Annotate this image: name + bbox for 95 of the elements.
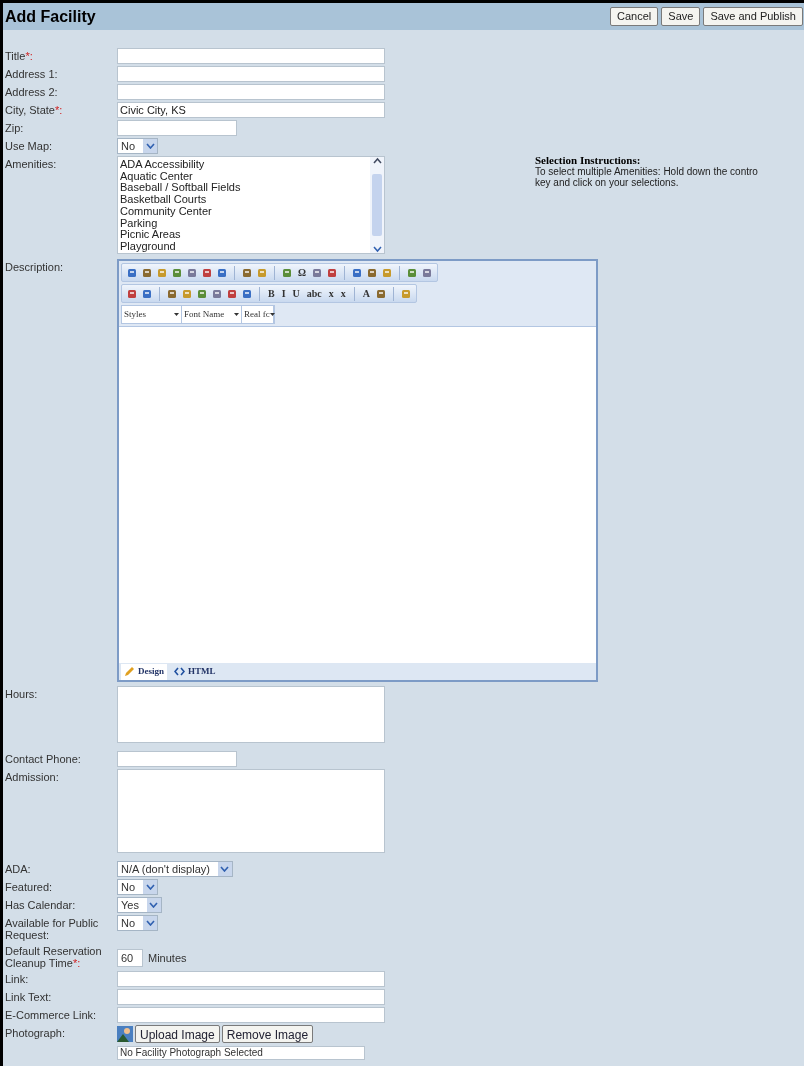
field-label: Description: [5, 260, 65, 273]
tool-icon[interactable] [201, 266, 213, 279]
rich-text-editor[interactable]: Ω B I U abc x x A Styles Font Name Real fc Design HTML [117, 259, 598, 682]
tool-icon[interactable] [186, 266, 198, 279]
list-option[interactable]: Playground [120, 240, 370, 253]
instructions-text: To select multiple Amenities: Hold down the contro [535, 166, 758, 177]
tool-icon[interactable] [281, 266, 293, 279]
field-label: Featured: [5, 880, 54, 893]
select-field[interactable]: No [117, 138, 159, 154]
list-option[interactable]: Parking [120, 217, 370, 230]
field-label: Photograph: [5, 1026, 66, 1039]
field-label: E-Commerce Link: [5, 1008, 98, 1021]
photo-status-field: No Facility Photograph Selected [117, 1046, 365, 1060]
list-option[interactable]: Picnic Areas [120, 229, 370, 241]
select-field[interactable]: No [117, 915, 159, 931]
select-field[interactable]: N/A (don't display) [117, 861, 233, 877]
toolbar-dropdown[interactable]: Styles [122, 306, 182, 323]
tool-icon[interactable] [211, 287, 223, 300]
field-label: Hours: [5, 687, 39, 700]
toolbar-button[interactable]: U [290, 286, 302, 301]
text-field[interactable]: Civic City, KS [117, 102, 385, 118]
tool-icon[interactable] [241, 287, 253, 300]
field-label: Use Map: [5, 139, 54, 152]
tool-icon[interactable] [311, 266, 323, 279]
select-field[interactable]: Yes [117, 897, 162, 913]
code-brackets-icon [174, 667, 185, 676]
header-button[interactable]: Cancel [610, 7, 659, 26]
tool-icon[interactable] [216, 266, 228, 279]
field-label: Address 1: [5, 67, 59, 80]
list-box[interactable]: ADA Accessibility Aquatic Center Baseball / Softball Fields Basketball Courts Community Center Parking Picnic Areas Playground [117, 156, 385, 254]
list-option[interactable]: ADA Accessibility [120, 159, 370, 171]
tool-icon[interactable] [156, 266, 168, 279]
tool-icon[interactable] [166, 287, 178, 300]
image-button[interactable]: Upload Image [135, 1025, 220, 1043]
editor-tab[interactable]: Design [121, 663, 167, 680]
field-label: Default Reservation Cleanup Time*: [5, 944, 103, 969]
field-label: Zip: [5, 121, 25, 134]
image-icon [117, 1026, 133, 1042]
select-field[interactable]: No [117, 879, 159, 895]
scrollbar-thumb[interactable] [372, 174, 382, 236]
tool-icon[interactable] [126, 287, 138, 300]
tool-icon[interactable] [421, 266, 433, 279]
tool-icon[interactable] [141, 266, 153, 279]
tool-icon[interactable] [126, 266, 138, 279]
field-label: Link: [5, 972, 30, 985]
tool-icon[interactable] [241, 266, 253, 279]
list-option[interactable]: Community Center [120, 205, 370, 218]
field-label: Has Calendar: [5, 898, 77, 911]
toolbar-button[interactable]: A [360, 286, 373, 301]
toolbar-button[interactable]: Ω [296, 265, 308, 280]
instructions-title: Selection Instructions: [535, 155, 642, 166]
tool-icon[interactable] [326, 266, 338, 279]
toolbar-dropdown[interactable]: Font Name [182, 306, 242, 323]
page-title: Add Facility [5, 6, 96, 27]
caret-icon [234, 313, 239, 316]
header-button[interactable]: Save [661, 7, 701, 26]
caret-icon [269, 313, 275, 316]
field-label: Admission: [5, 770, 60, 783]
field-label: City, State*: [5, 103, 64, 116]
toolbar-button[interactable]: x [326, 286, 336, 301]
list-option[interactable]: Baseball / Softball Fields [120, 182, 370, 195]
caret-icon [174, 313, 179, 316]
header-button[interactable]: Save and Publish [703, 7, 803, 26]
tool-icon[interactable] [226, 287, 238, 300]
tool-icon[interactable] [351, 266, 363, 279]
tool-icon[interactable] [366, 266, 378, 279]
instructions-text: key and click on your selections. [535, 177, 680, 188]
toolbar-button[interactable]: B [266, 286, 277, 301]
list-option[interactable]: Aquatic Center [120, 170, 370, 183]
tool-icon[interactable] [181, 287, 193, 300]
number-field[interactable]: 60 [117, 949, 143, 967]
field-label: ADA: [5, 862, 32, 875]
tool-icon[interactable] [375, 287, 388, 300]
tool-icon[interactable] [171, 266, 183, 279]
tool-icon[interactable] [141, 287, 153, 300]
tool-icon[interactable] [381, 266, 393, 279]
field-label: Available for Public Request: [5, 916, 100, 941]
field-label: Link Text: [5, 990, 53, 1003]
field-label: Contact Phone: [5, 752, 82, 765]
field-label: Amenities: [5, 157, 58, 170]
toolbar-button[interactable]: abc [304, 286, 324, 301]
tool-icon[interactable] [400, 287, 413, 300]
field-label: Title*: [5, 49, 34, 62]
field-label: Address 2: [5, 85, 59, 98]
image-button[interactable]: Remove Image [221, 1025, 314, 1043]
tool-icon[interactable] [256, 266, 268, 279]
unit-label: Minutes [148, 951, 187, 966]
tool-icon[interactable] [196, 287, 208, 300]
tool-icon[interactable] [406, 266, 418, 279]
toolbar-dropdown[interactable]: Real fc [242, 306, 274, 323]
pencil-icon [124, 666, 135, 677]
toolbar-button[interactable]: I [279, 286, 288, 301]
toolbar-button[interactable]: x [338, 286, 348, 301]
editor-tab[interactable]: HTML [171, 663, 219, 680]
list-option[interactable]: Basketball Courts [120, 194, 370, 206]
